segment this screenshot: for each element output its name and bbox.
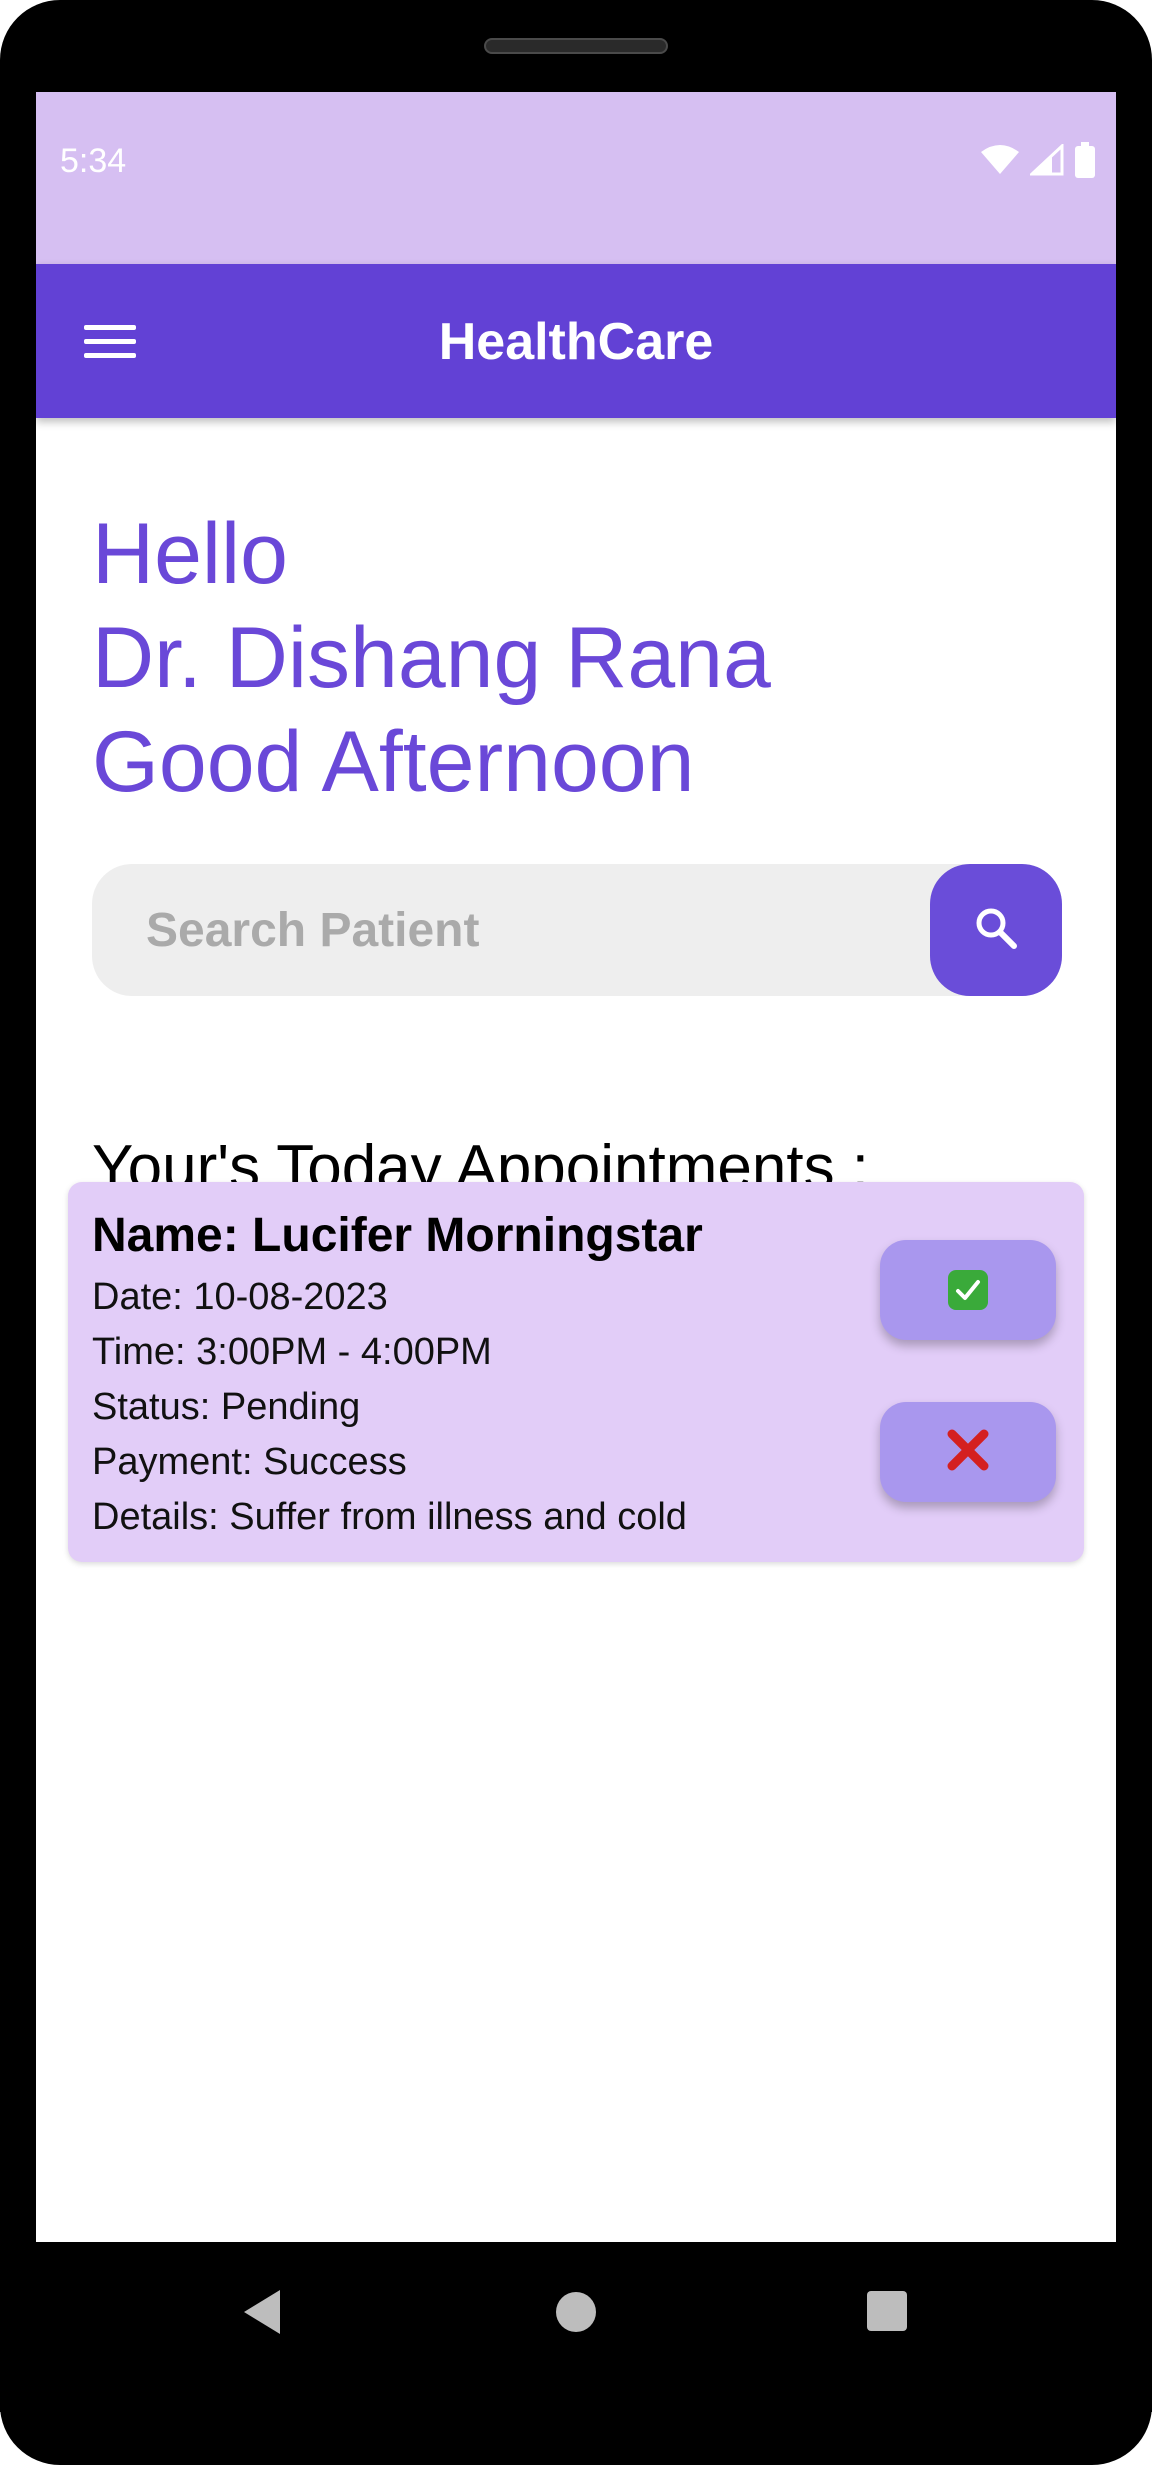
status-time: 5:34	[60, 142, 127, 180]
search-input[interactable]	[146, 864, 906, 996]
earpiece-speaker	[484, 38, 668, 54]
search-icon	[972, 904, 1020, 957]
appointment-time: Time: 3:00PM - 4:00PM	[92, 1331, 492, 1373]
appointment-card[interactable]: Name: Lucifer Morningstar Date: 10-08-20…	[68, 1182, 1084, 1562]
back-icon[interactable]	[240, 2288, 284, 2341]
greeting-time-of-day: Good Afternoon	[92, 714, 695, 810]
reject-appointment-button[interactable]	[880, 1402, 1056, 1502]
status-icons	[980, 142, 1096, 183]
system-navigation-bar	[0, 2242, 1152, 2412]
recents-icon[interactable]	[866, 2290, 908, 2337]
cross-mark-icon	[946, 1428, 990, 1477]
search-bar	[92, 864, 1062, 996]
appointment-status: Status: Pending	[92, 1386, 361, 1428]
appointment-details: Details: Suffer from illness and cold	[92, 1496, 687, 1538]
search-button[interactable]	[930, 864, 1062, 996]
app-screen: 5:34 HealthCare Hello Dr. Dishang Rana G…	[36, 92, 1116, 2242]
greeting-doctor-name: Dr. Dishang Rana	[92, 610, 771, 706]
wifi-icon	[980, 144, 1020, 181]
appointment-patient-name: Name: Lucifer Morningstar	[92, 1209, 703, 1262]
battery-icon	[1074, 142, 1096, 183]
appointment-date: Date: 10-08-2023	[92, 1276, 388, 1318]
home-icon[interactable]	[554, 2290, 598, 2339]
status-bar: 5:34	[36, 92, 1116, 264]
cellular-icon	[1028, 142, 1064, 181]
app-title: HealthCare	[438, 313, 714, 371]
appointment-payment: Payment: Success	[92, 1441, 407, 1483]
greeting: Hello Dr. Dishang Rana Good Afternoon	[92, 502, 771, 814]
check-mark-icon	[948, 1270, 988, 1310]
app-bar: HealthCare	[36, 264, 1116, 418]
greeting-hello: Hello	[92, 506, 288, 602]
accept-appointment-button[interactable]	[880, 1240, 1056, 1340]
phone-frame: 5:34 HealthCare Hello Dr. Dishang Rana G…	[0, 0, 1152, 2465]
